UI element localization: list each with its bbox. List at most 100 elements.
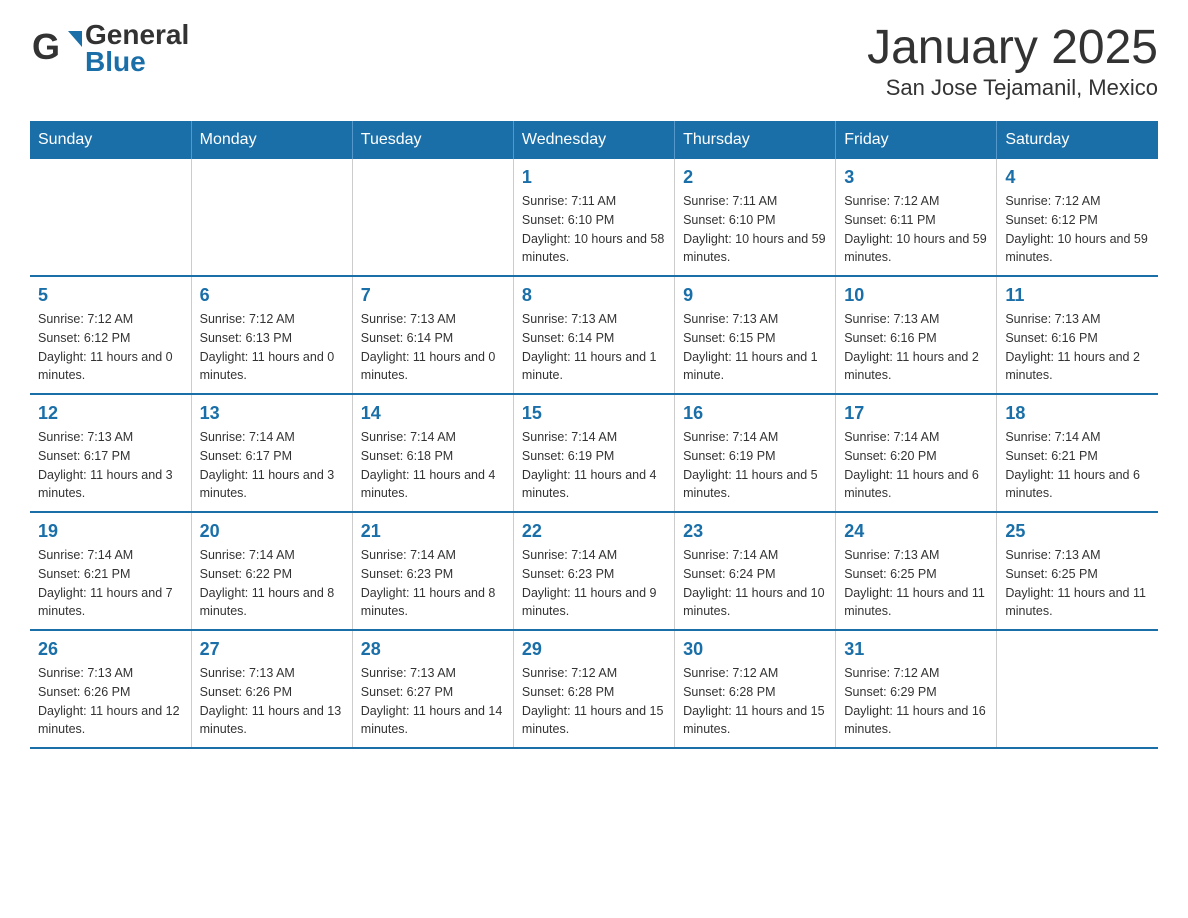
calendar-cell: 27 Sunrise: 7:13 AM Sunset: 6:26 PM Dayli…: [191, 630, 352, 748]
day-number: 20: [200, 521, 344, 542]
header-tuesday: Tuesday: [352, 121, 513, 159]
week-row-4: 19Sunrise: 7:14 AM Sunset: 6:21 PM Dayli…: [30, 512, 1158, 630]
day-number: 6: [200, 285, 344, 306]
calendar-cell: [191, 159, 352, 276]
header-monday: Monday: [191, 121, 352, 159]
sun-info: Sunrise: 7:13 AM Sunset: 6:15 PM Dayligh…: [683, 310, 827, 385]
day-number: 8: [522, 285, 666, 306]
svg-text:G: G: [32, 26, 60, 67]
logo-icon: G: [30, 21, 85, 76]
calendar-cell: 6Sunrise: 7:12 AM Sunset: 6:13 PM Daylig…: [191, 276, 352, 394]
title-block: January 2025 San Jose Tejamanil, Mexico: [867, 20, 1158, 101]
calendar-cell: 30 Sunrise: 7:12 AM Sunset: 6:28 PM Dayli…: [675, 630, 836, 748]
day-number: 23: [683, 521, 827, 542]
calendar-cell: 31 Sunrise: 7:12 AM Sunset: 6:29 PM Dayli…: [836, 630, 997, 748]
day-number: 11: [1005, 285, 1150, 306]
sun-info: Sunrise: 7:13 AM Sunset: 6:27 PM Dayligh…: [361, 664, 505, 739]
day-number: 21: [361, 521, 505, 542]
day-number: 15: [522, 403, 666, 424]
sun-info: Sunrise: 7:14 AM Sunset: 6:22 PM Dayligh…: [200, 546, 344, 621]
calendar-cell: 7 Sunrise: 7:13 AM Sunset: 6:14 PM Daylig…: [352, 276, 513, 394]
calendar-cell: [997, 630, 1158, 748]
calendar-cell: 19Sunrise: 7:14 AM Sunset: 6:21 PM Dayli…: [30, 512, 191, 630]
calendar-cell: 3Sunrise: 7:12 AM Sunset: 6:11 PM Daylig…: [836, 159, 997, 276]
calendar-cell: 1 Sunrise: 7:11 AM Sunset: 6:10 PM Daylig…: [513, 159, 674, 276]
sun-info: Sunrise: 7:13 AM Sunset: 6:14 PM Dayligh…: [361, 310, 505, 385]
sun-info: Sunrise: 7:12 AM Sunset: 6:29 PM Dayligh…: [844, 664, 988, 739]
calendar-cell: 11 Sunrise: 7:13 AM Sunset: 6:16 PM Dayli…: [997, 276, 1158, 394]
sun-info: Sunrise: 7:12 AM Sunset: 6:11 PM Dayligh…: [844, 192, 988, 267]
sun-info: Sunrise: 7:13 AM Sunset: 6:17 PM Dayligh…: [38, 428, 183, 503]
sun-info: Sunrise: 7:14 AM Sunset: 6:21 PM Dayligh…: [38, 546, 183, 621]
day-number: 14: [361, 403, 505, 424]
sun-info: Sunrise: 7:14 AM Sunset: 6:19 PM Dayligh…: [683, 428, 827, 503]
sun-info: Sunrise: 7:13 AM Sunset: 6:26 PM Dayligh…: [38, 664, 183, 739]
day-number: 1: [522, 167, 666, 188]
page-subtitle: San Jose Tejamanil, Mexico: [867, 75, 1158, 101]
sun-info: Sunrise: 7:12 AM Sunset: 6:28 PM Dayligh…: [522, 664, 666, 739]
day-number: 31: [844, 639, 988, 660]
page-header: G General Blue January 2025 San Jose Tej…: [30, 20, 1158, 101]
calendar-cell: 18 Sunrise: 7:14 AM Sunset: 6:21 PM Dayli…: [997, 394, 1158, 512]
day-number: 28: [361, 639, 505, 660]
sun-info: Sunrise: 7:14 AM Sunset: 6:17 PM Dayligh…: [200, 428, 344, 503]
calendar-cell: 17 Sunrise: 7:14 AM Sunset: 6:20 PM Dayli…: [836, 394, 997, 512]
calendar-cell: [352, 159, 513, 276]
calendar-cell: 13 Sunrise: 7:14 AM Sunset: 6:17 PM Dayli…: [191, 394, 352, 512]
day-number: 5: [38, 285, 183, 306]
calendar-cell: 22Sunrise: 7:14 AM Sunset: 6:23 PM Dayli…: [513, 512, 674, 630]
day-number: 29: [522, 639, 666, 660]
week-row-2: 5 Sunrise: 7:12 AM Sunset: 6:12 PM Daylig…: [30, 276, 1158, 394]
calendar-cell: 16 Sunrise: 7:14 AM Sunset: 6:19 PM Dayli…: [675, 394, 836, 512]
sun-info: Sunrise: 7:14 AM Sunset: 6:18 PM Dayligh…: [361, 428, 505, 503]
week-row-1: 1 Sunrise: 7:11 AM Sunset: 6:10 PM Daylig…: [30, 159, 1158, 276]
sun-info: Sunrise: 7:13 AM Sunset: 6:25 PM Dayligh…: [844, 546, 988, 621]
header-thursday: Thursday: [675, 121, 836, 159]
header-sunday: Sunday: [30, 121, 191, 159]
sun-info: Sunrise: 7:13 AM Sunset: 6:26 PM Dayligh…: [200, 664, 344, 739]
sun-info: Sunrise: 7:14 AM Sunset: 6:20 PM Dayligh…: [844, 428, 988, 503]
calendar-cell: 15Sunrise: 7:14 AM Sunset: 6:19 PM Dayli…: [513, 394, 674, 512]
sun-info: Sunrise: 7:13 AM Sunset: 6:16 PM Dayligh…: [844, 310, 988, 385]
sun-info: Sunrise: 7:11 AM Sunset: 6:10 PM Dayligh…: [522, 192, 666, 267]
day-number: 10: [844, 285, 988, 306]
calendar-cell: 24Sunrise: 7:13 AM Sunset: 6:25 PM Dayli…: [836, 512, 997, 630]
day-number: 17: [844, 403, 988, 424]
day-number: 9: [683, 285, 827, 306]
day-number: 7: [361, 285, 505, 306]
calendar-cell: [30, 159, 191, 276]
calendar-cell: 23Sunrise: 7:14 AM Sunset: 6:24 PM Dayli…: [675, 512, 836, 630]
sun-info: Sunrise: 7:12 AM Sunset: 6:28 PM Dayligh…: [683, 664, 827, 739]
page-title: January 2025: [867, 20, 1158, 75]
day-number: 18: [1005, 403, 1150, 424]
sun-info: Sunrise: 7:13 AM Sunset: 6:14 PM Dayligh…: [522, 310, 666, 385]
sun-info: Sunrise: 7:12 AM Sunset: 6:12 PM Dayligh…: [38, 310, 183, 385]
day-number: 27: [200, 639, 344, 660]
calendar-cell: 26 Sunrise: 7:13 AM Sunset: 6:26 PM Dayli…: [30, 630, 191, 748]
day-number: 26: [38, 639, 183, 660]
calendar-cell: 2 Sunrise: 7:11 AM Sunset: 6:10 PM Daylig…: [675, 159, 836, 276]
calendar-cell: 12 Sunrise: 7:13 AM Sunset: 6:17 PM Dayli…: [30, 394, 191, 512]
day-number: 12: [38, 403, 183, 424]
header-saturday: Saturday: [997, 121, 1158, 159]
calendar-cell: 25Sunrise: 7:13 AM Sunset: 6:25 PM Dayli…: [997, 512, 1158, 630]
day-number: 2: [683, 167, 827, 188]
weekday-header-row: Sunday Monday Tuesday Wednesday Thursday…: [30, 121, 1158, 159]
calendar-cell: 5 Sunrise: 7:12 AM Sunset: 6:12 PM Daylig…: [30, 276, 191, 394]
sun-info: Sunrise: 7:11 AM Sunset: 6:10 PM Dayligh…: [683, 192, 827, 267]
day-number: 30: [683, 639, 827, 660]
sun-info: Sunrise: 7:14 AM Sunset: 6:23 PM Dayligh…: [361, 546, 505, 621]
sun-info: Sunrise: 7:12 AM Sunset: 6:12 PM Dayligh…: [1005, 192, 1150, 267]
calendar-cell: 29 Sunrise: 7:12 AM Sunset: 6:28 PM Dayli…: [513, 630, 674, 748]
header-friday: Friday: [836, 121, 997, 159]
calendar-cell: 9 Sunrise: 7:13 AM Sunset: 6:15 PM Daylig…: [675, 276, 836, 394]
header-wednesday: Wednesday: [513, 121, 674, 159]
sun-info: Sunrise: 7:14 AM Sunset: 6:21 PM Dayligh…: [1005, 428, 1150, 503]
day-number: 13: [200, 403, 344, 424]
sun-info: Sunrise: 7:13 AM Sunset: 6:16 PM Dayligh…: [1005, 310, 1150, 385]
calendar-cell: 8 Sunrise: 7:13 AM Sunset: 6:14 PM Daylig…: [513, 276, 674, 394]
day-number: 16: [683, 403, 827, 424]
calendar-table: Sunday Monday Tuesday Wednesday Thursday…: [30, 121, 1158, 749]
calendar-cell: 21 Sunrise: 7:14 AM Sunset: 6:23 PM Dayli…: [352, 512, 513, 630]
day-number: 4: [1005, 167, 1150, 188]
